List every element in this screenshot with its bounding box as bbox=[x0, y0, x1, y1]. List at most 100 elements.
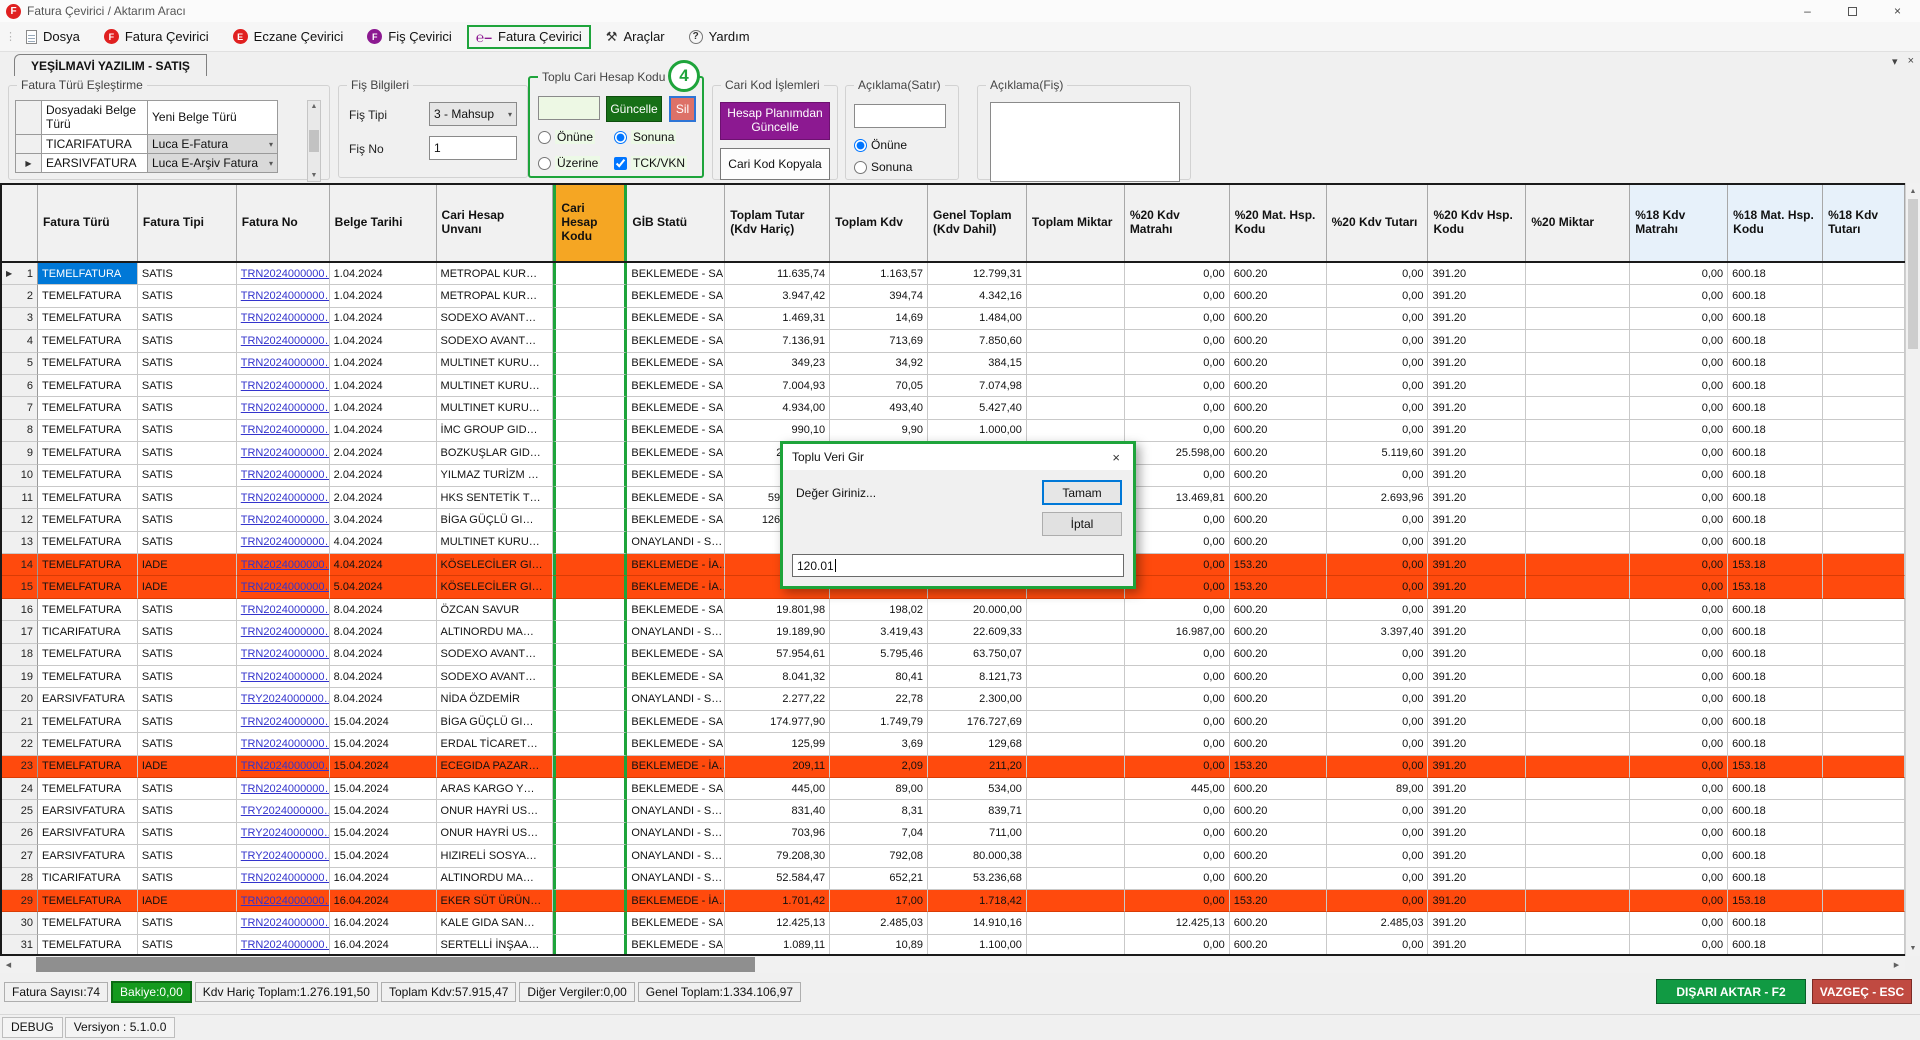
value-cell[interactable]: 0,00 bbox=[1630, 465, 1728, 487]
value-cell[interactable] bbox=[1823, 644, 1905, 666]
value-cell[interactable]: 600.18 bbox=[1728, 912, 1823, 934]
value-cell[interactable]: 0,00 bbox=[1630, 554, 1728, 576]
value-cell[interactable]: 391.20 bbox=[1428, 442, 1526, 464]
fatura-tipi-cell[interactable]: IADE bbox=[138, 554, 237, 576]
row-header[interactable]: 19 bbox=[2, 666, 38, 688]
fatura-no-cell[interactable]: TRN2024000000… bbox=[237, 263, 330, 285]
value-cell[interactable]: 600.20 bbox=[1230, 353, 1327, 375]
invoice-link[interactable]: TRN2024000000… bbox=[241, 581, 330, 593]
value-cell[interactable]: 600.18 bbox=[1728, 397, 1823, 419]
value-cell[interactable]: 174.977,90 bbox=[725, 711, 830, 733]
value-cell[interactable]: 176.727,69 bbox=[928, 711, 1027, 733]
fatura-no-cell[interactable]: TRN2024000000… bbox=[237, 487, 330, 509]
value-cell[interactable]: 0,00 bbox=[1327, 688, 1429, 710]
row-header[interactable]: 20 bbox=[2, 688, 38, 710]
fatura-no-cell[interactable]: TRN2024000000… bbox=[237, 576, 330, 598]
cari-hesap-kodu-cell[interactable] bbox=[553, 375, 627, 397]
value-cell[interactable] bbox=[1823, 509, 1905, 531]
row-header[interactable]: 10 bbox=[2, 465, 38, 487]
scroll-thumb[interactable] bbox=[36, 957, 755, 972]
fatura-no-cell[interactable]: TRN2024000000… bbox=[237, 285, 330, 307]
value-cell[interactable]: 7.136,91 bbox=[725, 330, 830, 352]
value-cell[interactable]: 211,20 bbox=[928, 756, 1027, 778]
gib-statu-cell[interactable]: BEKLEMEDE - SA… bbox=[627, 308, 725, 330]
column-header[interactable]: %18 Kdv Tutarı bbox=[1823, 185, 1905, 261]
menu-efatura-cevirici[interactable]: ℮– Fatura Çevirici bbox=[467, 25, 591, 49]
value-cell[interactable]: 7.004,93 bbox=[725, 375, 830, 397]
belge-tarihi-cell[interactable]: 1.04.2024 bbox=[330, 353, 437, 375]
value-cell[interactable] bbox=[1823, 845, 1905, 867]
value-cell[interactable]: 79.208,30 bbox=[725, 845, 830, 867]
fatura-tipi-cell[interactable]: SATIS bbox=[138, 465, 237, 487]
invoice-link[interactable]: TRN2024000000… bbox=[241, 671, 330, 683]
fatura-tipi-cell[interactable]: SATIS bbox=[138, 688, 237, 710]
fatura-tipi-cell[interactable]: SATIS bbox=[138, 935, 237, 956]
invoice-link[interactable]: TRN2024000000… bbox=[241, 872, 330, 884]
value-cell[interactable]: 792,08 bbox=[830, 845, 928, 867]
column-header[interactable]: Toplam Tutar (Kdv Hariç) bbox=[725, 185, 830, 261]
guncelle-button[interactable]: Güncelle bbox=[606, 96, 662, 122]
value-cell[interactable]: 600.20 bbox=[1230, 397, 1327, 419]
value-cell[interactable]: 600.18 bbox=[1728, 532, 1823, 554]
hesap-planimdan-guncelle-button[interactable]: Hesap Planımdan Güncelle bbox=[720, 102, 830, 140]
value-cell[interactable] bbox=[1823, 420, 1905, 442]
belge-tarihi-cell[interactable]: 16.04.2024 bbox=[330, 912, 437, 934]
value-cell[interactable]: 391.20 bbox=[1428, 666, 1526, 688]
fatura-turu-cell[interactable]: TICARIFATURA bbox=[38, 621, 138, 643]
value-cell[interactable] bbox=[1526, 308, 1630, 330]
value-cell[interactable]: 600.20 bbox=[1230, 263, 1327, 285]
belge-tarihi-cell[interactable]: 1.04.2024 bbox=[330, 420, 437, 442]
value-cell[interactable]: 600.18 bbox=[1728, 420, 1823, 442]
value-cell[interactable]: 493,40 bbox=[830, 397, 928, 419]
cari-hesap-kodu-cell[interactable] bbox=[553, 711, 627, 733]
value-cell[interactable]: 2.485,03 bbox=[1327, 912, 1429, 934]
value-cell[interactable]: 153.20 bbox=[1230, 756, 1327, 778]
scroll-thumb[interactable] bbox=[309, 130, 319, 152]
value-cell[interactable] bbox=[1823, 576, 1905, 598]
value-cell[interactable]: 600.18 bbox=[1728, 487, 1823, 509]
cari-hesap-kodu-cell[interactable] bbox=[553, 554, 627, 576]
row-header[interactable]: 11 bbox=[2, 487, 38, 509]
cari-hesap-unvani-cell[interactable]: ONUR HAYRİ US… bbox=[437, 823, 554, 845]
value-cell[interactable]: 0,00 bbox=[1327, 823, 1429, 845]
belge-tarihi-cell[interactable]: 1.04.2024 bbox=[330, 330, 437, 352]
tab-list-chevron-icon[interactable]: ▾ bbox=[1892, 55, 1898, 68]
invoice-link[interactable]: TRN2024000000… bbox=[241, 648, 330, 660]
value-cell[interactable]: 0,00 bbox=[1630, 285, 1728, 307]
row-header[interactable]: 21 bbox=[2, 711, 38, 733]
invoice-link[interactable]: TRN2024000000… bbox=[241, 268, 330, 280]
cari-hesap-unvani-cell[interactable]: ONUR HAYRİ US… bbox=[437, 800, 554, 822]
row-header[interactable]: 24 bbox=[2, 778, 38, 800]
value-cell[interactable]: 0,00 bbox=[1125, 420, 1230, 442]
value-cell[interactable]: 600.18 bbox=[1728, 644, 1823, 666]
value-cell[interactable] bbox=[1823, 800, 1905, 822]
value-cell[interactable]: 0,00 bbox=[1125, 666, 1230, 688]
value-cell[interactable]: 0,00 bbox=[1327, 733, 1429, 755]
fatura-no-cell[interactable]: TRN2024000000… bbox=[237, 644, 330, 666]
cari-hesap-unvani-cell[interactable]: İMC GROUP GID… bbox=[437, 420, 554, 442]
value-cell[interactable]: 12.425,13 bbox=[1125, 912, 1230, 934]
fatura-turu-cell[interactable]: TEMELFATURA bbox=[38, 554, 138, 576]
value-cell[interactable]: 0,00 bbox=[1630, 688, 1728, 710]
cari-hesap-unvani-cell[interactable]: EKER SÜT ÜRÜN… bbox=[437, 890, 554, 912]
value-cell[interactable]: 153.18 bbox=[1728, 756, 1823, 778]
scroll-thumb[interactable] bbox=[1908, 199, 1918, 349]
invoice-link[interactable]: TRY2024000000… bbox=[241, 805, 330, 817]
cari-hesap-kodu-cell[interactable] bbox=[553, 912, 627, 934]
row-header[interactable]: 29 bbox=[2, 890, 38, 912]
fatura-turu-cell[interactable]: TEMELFATURA bbox=[38, 330, 138, 352]
mapping-to-dropdown[interactable]: Luca E-Fatura▾ bbox=[148, 135, 278, 154]
value-cell[interactable] bbox=[1027, 420, 1125, 442]
value-cell[interactable]: 600.20 bbox=[1230, 688, 1327, 710]
value-cell[interactable] bbox=[1526, 756, 1630, 778]
fatura-turu-cell[interactable]: TEMELFATURA bbox=[38, 644, 138, 666]
belge-tarihi-cell[interactable]: 8.04.2024 bbox=[330, 644, 437, 666]
value-cell[interactable] bbox=[1027, 733, 1125, 755]
fatura-tipi-cell[interactable]: SATIS bbox=[138, 666, 237, 688]
menu-yardim[interactable]: ? Yardım bbox=[680, 25, 759, 48]
fatura-no-cell[interactable]: TRN2024000000… bbox=[237, 442, 330, 464]
fatura-no-cell[interactable]: TRN2024000000… bbox=[237, 756, 330, 778]
value-cell[interactable]: 0,00 bbox=[1327, 308, 1429, 330]
value-cell[interactable]: 0,00 bbox=[1125, 711, 1230, 733]
fatura-no-cell[interactable]: TRN2024000000… bbox=[237, 711, 330, 733]
